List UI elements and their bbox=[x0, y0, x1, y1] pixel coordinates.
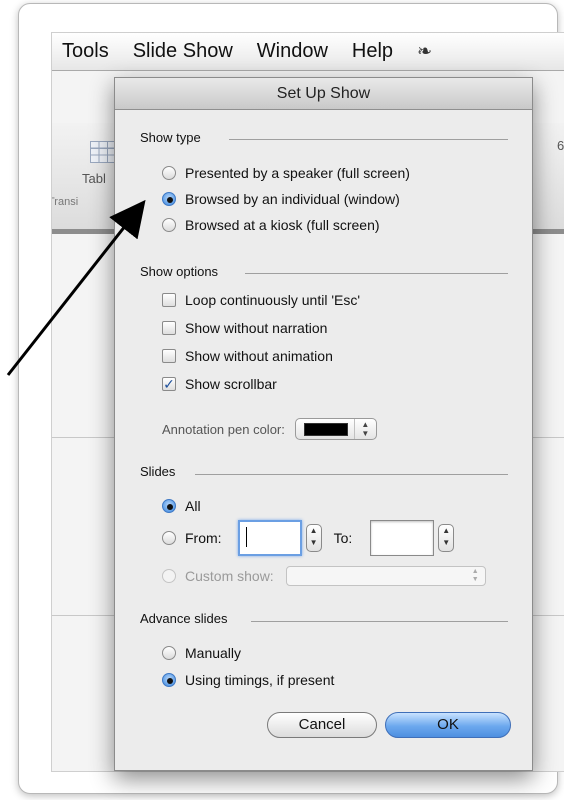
checkbox[interactable] bbox=[162, 293, 176, 307]
cancel-button[interactable]: Cancel bbox=[267, 712, 377, 738]
radio-manually[interactable]: Manually bbox=[162, 645, 241, 661]
popup-arrows-icon: ▲ ▼ bbox=[353, 419, 376, 439]
radio-button-selected[interactable] bbox=[162, 192, 176, 206]
to-label: To: bbox=[333, 530, 353, 546]
checkbox-label: Show without animation bbox=[185, 348, 333, 364]
radio-label: Browsed at a kiosk (full screen) bbox=[185, 217, 380, 233]
to-input[interactable] bbox=[370, 520, 435, 556]
radio-slides-all[interactable]: All bbox=[162, 498, 201, 514]
dialog-title: Set Up Show bbox=[115, 78, 532, 110]
ribbon-transitions-label: Transi bbox=[51, 196, 79, 208]
checkmark-icon[interactable]: ✓ bbox=[162, 377, 176, 391]
annotation-pen-color-popup[interactable]: ▲ ▼ bbox=[294, 418, 377, 440]
radio-button-selected[interactable] bbox=[162, 499, 176, 513]
radio-presented-by-speaker[interactable]: Presented by a speaker (full screen) bbox=[162, 165, 410, 181]
custom-show-popup[interactable]: ▲ ▼ bbox=[285, 566, 486, 586]
radio-button-selected[interactable] bbox=[162, 673, 176, 687]
checkbox[interactable] bbox=[162, 321, 176, 335]
show-type-divider bbox=[229, 139, 508, 140]
radio-button-disabled[interactable] bbox=[162, 569, 176, 583]
set-up-show-dialog: Set Up Show Show type Presented by a spe… bbox=[114, 77, 533, 771]
from-stepper[interactable]: ▲ ▼ bbox=[305, 524, 322, 552]
annotation-pen-color-row: Annotation pen color: ▲ ▼ bbox=[162, 418, 377, 440]
to-stepper[interactable]: ▲ ▼ bbox=[438, 524, 455, 552]
screenshot-frame: Tools Slide Show Window Help ❧ Tabl Tran… bbox=[18, 3, 564, 794]
radio-browsed-at-kiosk[interactable]: Browsed at a kiosk (full screen) bbox=[162, 217, 380, 233]
radio-label: All bbox=[185, 498, 201, 514]
menu-bar: Tools Slide Show Window Help ❧ bbox=[52, 33, 564, 71]
checkbox-without-narration[interactable]: Show without narration bbox=[162, 320, 327, 336]
radio-label: Browsed by an individual (window) bbox=[185, 191, 400, 207]
menu-slide-show[interactable]: Slide Show bbox=[121, 40, 245, 63]
annotation-pen-color-label: Annotation pen color: bbox=[162, 421, 285, 437]
popup-arrows-icon: ▲ ▼ bbox=[471, 568, 479, 583]
menu-tools[interactable]: Tools bbox=[52, 40, 121, 63]
table-icon bbox=[90, 141, 116, 163]
slides-divider bbox=[195, 474, 508, 475]
script-menu-icon[interactable]: ❧ bbox=[405, 41, 432, 62]
slides-label: Slides bbox=[140, 464, 176, 479]
ribbon-table-label: Tabl bbox=[82, 171, 106, 186]
checkbox-without-animation[interactable]: Show without animation bbox=[162, 348, 333, 364]
show-options-divider bbox=[245, 273, 508, 274]
radio-custom-show[interactable]: Custom show: ▲ ▼ bbox=[162, 566, 486, 586]
radio-slides-from[interactable]: From: ▲ ▼ To: ▲ ▼ bbox=[162, 520, 455, 556]
color-swatch bbox=[303, 423, 348, 436]
checkbox-loop-continuously[interactable]: Loop continuously until 'Esc' bbox=[162, 292, 360, 308]
menu-window[interactable]: Window bbox=[245, 40, 340, 63]
radio-browsed-by-individual[interactable]: Browsed by an individual (window) bbox=[162, 191, 400, 207]
checkbox[interactable] bbox=[162, 349, 176, 363]
checkbox-label: Show without narration bbox=[185, 320, 328, 336]
radio-using-timings[interactable]: Using timings, if present bbox=[162, 672, 334, 688]
advance-slides-divider bbox=[251, 621, 508, 622]
radio-button[interactable] bbox=[162, 531, 176, 545]
radio-label: Using timings, if present bbox=[185, 672, 335, 688]
ribbon-right-text: 6 bbox=[557, 138, 564, 153]
show-type-label: Show type bbox=[140, 130, 201, 145]
checkbox-show-scrollbar[interactable]: ✓ Show scrollbar bbox=[162, 376, 277, 392]
radio-button[interactable] bbox=[162, 166, 176, 180]
checkbox-label: Show scrollbar bbox=[185, 376, 277, 392]
from-label: From: bbox=[185, 530, 222, 546]
radio-label: Presented by a speaker (full screen) bbox=[185, 165, 410, 181]
advance-slides-label: Advance slides bbox=[140, 611, 228, 626]
radio-button[interactable] bbox=[162, 646, 176, 660]
radio-label: Manually bbox=[185, 645, 242, 661]
ok-button[interactable]: OK bbox=[385, 712, 511, 738]
from-input[interactable] bbox=[237, 520, 302, 556]
radio-button[interactable] bbox=[162, 218, 176, 232]
menu-help[interactable]: Help bbox=[340, 40, 405, 63]
checkbox-label: Loop continuously until 'Esc' bbox=[185, 292, 361, 308]
custom-show-label: Custom show: bbox=[185, 568, 274, 584]
show-options-label: Show options bbox=[140, 264, 219, 279]
